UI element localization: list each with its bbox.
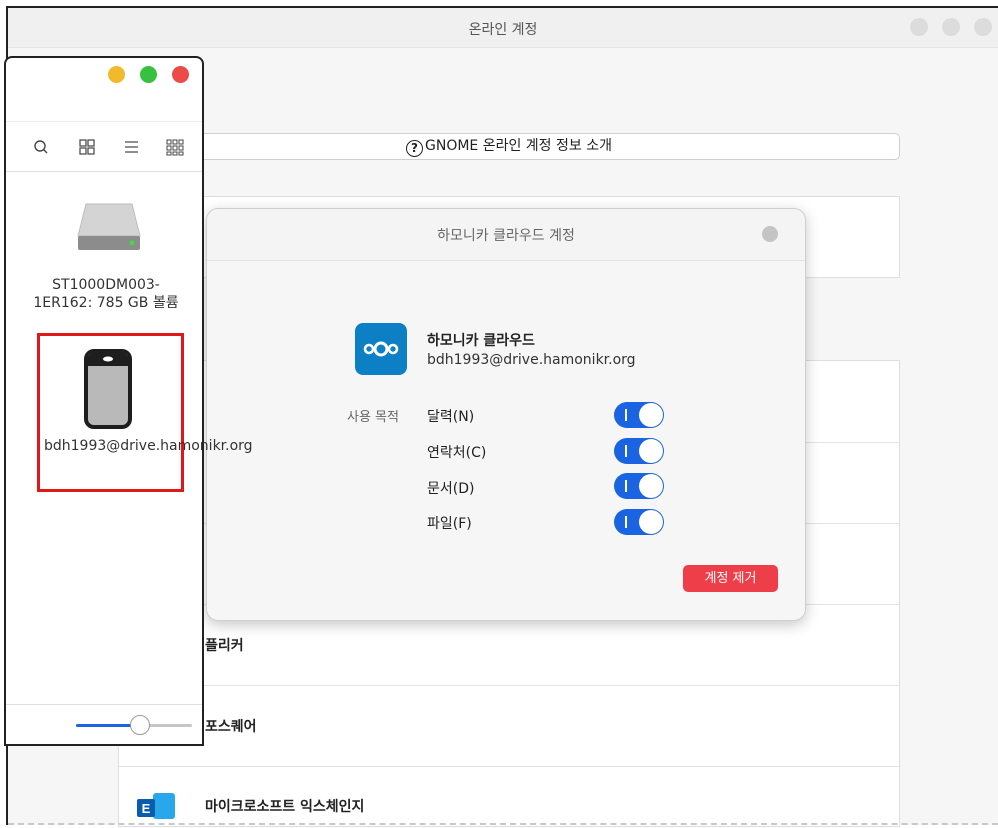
provider-name: 하모니카 클라우드 (427, 333, 535, 349)
dialog-header: 하모니카 클라우드 계정 (207, 209, 805, 261)
documents-label: 문서(D) (427, 481, 475, 497)
maximize-button[interactable] (942, 18, 960, 36)
account-dialog: 하모니카 클라우드 계정 하모니카 클라우드 bdh1993@drive.ham… (206, 208, 806, 621)
documents-toggle[interactable] (614, 473, 664, 499)
svg-text:E: E (142, 801, 151, 816)
files-toolbar (6, 122, 202, 172)
window-title: 온라인 계정 (468, 22, 538, 38)
calendar-label: 달력(N) (427, 409, 475, 425)
account-email: bdh1993@drive.hamonikr.org (427, 352, 636, 368)
exchange-icon: E (133, 787, 177, 823)
contacts-label: 연락처(C) (427, 445, 487, 461)
network-drive-label: bdh1993@drive.hamonikr.org (44, 438, 253, 454)
remove-account-button[interactable]: 계정 제거 (683, 565, 778, 592)
hard-drive-icon[interactable] (76, 200, 142, 256)
close-button[interactable] (974, 18, 992, 36)
contacts-toggle[interactable] (614, 438, 664, 464)
close-button[interactable] (172, 66, 189, 83)
hard-drive-label: ST1000DM003-1ER162: 785 GB 볼륨 (33, 277, 179, 311)
dialog-close-button[interactable] (762, 226, 778, 242)
compact-view-icon[interactable] (164, 136, 186, 158)
help-icon: ? (406, 140, 423, 157)
files-toggle[interactable] (614, 509, 664, 535)
dialog-title: 하모니카 클라우드 계정 (437, 228, 575, 244)
zoom-slider[interactable] (76, 715, 192, 735)
about-online-accounts-button[interactable]: ? GNOME 온라인 계정 정보 소개 (118, 133, 900, 160)
files-statusbar (6, 704, 202, 744)
accounts-titlebar: 온라인 계정 (8, 8, 998, 48)
file-manager-window: ST1000DM003-1ER162: 785 GB 볼륨 bdh1993@dr… (4, 56, 253, 746)
search-icon[interactable] (30, 136, 52, 158)
network-drive-icon[interactable] (83, 348, 133, 430)
usage-label: 사용 목적 (347, 410, 399, 425)
provider-row-exchange[interactable]: E 마이크로소프트 익스체인지 (119, 766, 899, 828)
files-label: 파일(F) (427, 516, 472, 532)
zoom-slider-knob[interactable] (129, 715, 150, 735)
minimize-button[interactable] (910, 18, 928, 36)
minimize-button[interactable] (108, 66, 125, 83)
list-view-icon[interactable] (120, 136, 142, 158)
grid-view-icon[interactable] (76, 136, 98, 158)
maximize-button[interactable] (140, 66, 157, 83)
provider-name: 포스퀘어 (205, 719, 257, 735)
nextcloud-icon (355, 323, 407, 375)
provider-row-foursquare[interactable]: 포스퀘어 (119, 685, 899, 766)
about-button-label: GNOME 온라인 계정 정보 소개 (425, 138, 612, 154)
provider-name: 마이크로소프트 익스체인지 (205, 799, 365, 815)
calendar-toggle[interactable] (614, 402, 664, 428)
files-titlebar (6, 58, 202, 122)
provider-name: 플리커 (205, 638, 244, 654)
